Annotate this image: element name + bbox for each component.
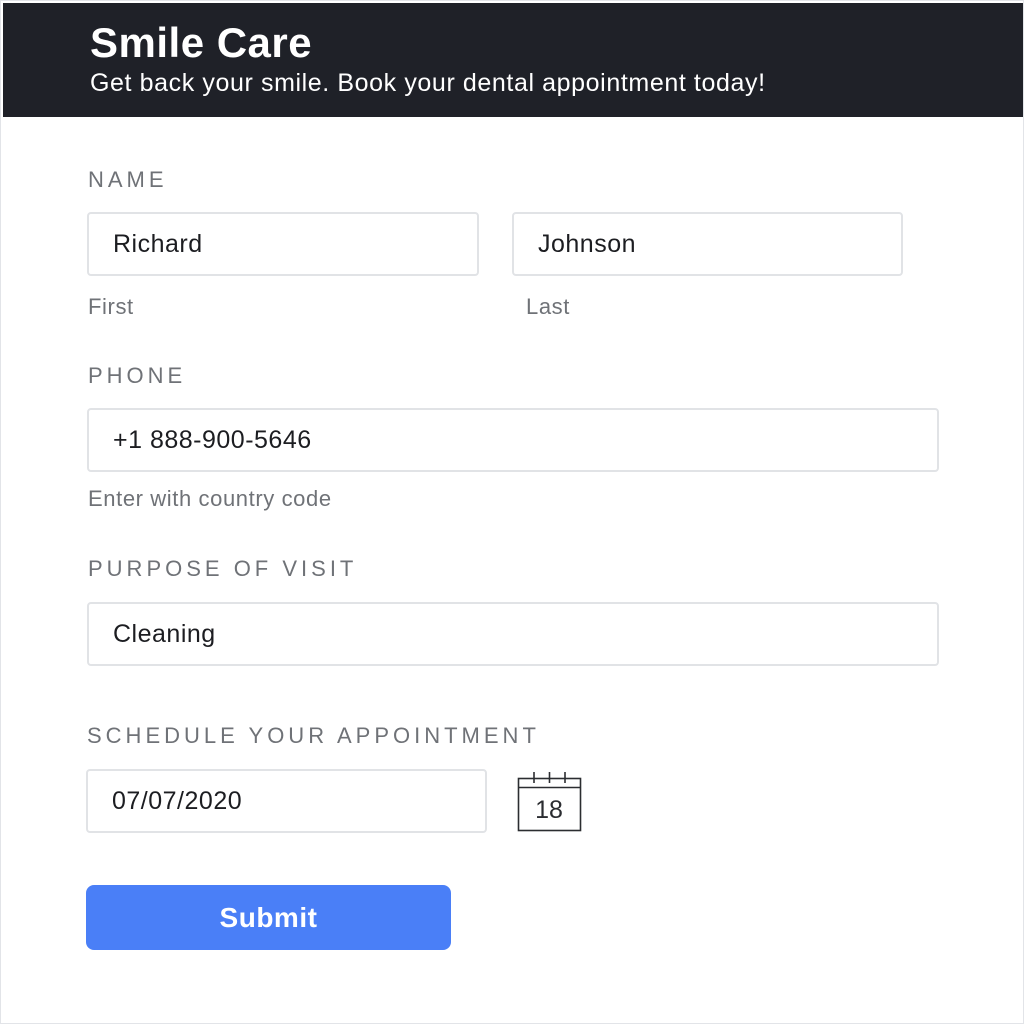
last-name-field[interactable]: Johnson <box>512 212 903 276</box>
first-name-field[interactable]: Richard <box>87 212 479 276</box>
purpose-field[interactable]: Cleaning <box>87 602 939 666</box>
calendar-icon-day: 18 <box>535 796 563 824</box>
schedule-section-label: SCHEDULE YOUR APPOINTMENT <box>87 723 540 748</box>
first-name-helper: First <box>88 294 134 319</box>
calendar-icon[interactable]: 18 <box>513 769 585 835</box>
phone-field[interactable]: +1 888-900-5646 <box>87 408 939 472</box>
phone-section-label: PHONE <box>88 363 187 388</box>
app-subtitle: Get back your smile. Book your dental ap… <box>90 69 766 97</box>
last-name-helper: Last <box>526 294 570 319</box>
phone-helper: Enter with country code <box>88 486 332 511</box>
app-header: Smile Care Get back your smile. Book you… <box>3 3 1023 117</box>
page-frame: Smile Care Get back your smile. Book you… <box>0 0 1024 1024</box>
phone-value: +1 888-900-5646 <box>113 426 312 454</box>
purpose-value: Cleaning <box>113 620 216 648</box>
appointment-date-value: 07/07/2020 <box>112 787 243 815</box>
appointment-date-field[interactable]: 07/07/2020 <box>86 769 487 833</box>
submit-button[interactable]: Submit <box>86 885 451 950</box>
last-name-value: Johnson <box>538 230 637 258</box>
app-title: Smile Care <box>90 19 313 66</box>
name-section-label: NAME <box>88 167 168 192</box>
purpose-section-label: PURPOSE OF VISIT <box>88 556 358 581</box>
first-name-value: Richard <box>113 230 203 258</box>
